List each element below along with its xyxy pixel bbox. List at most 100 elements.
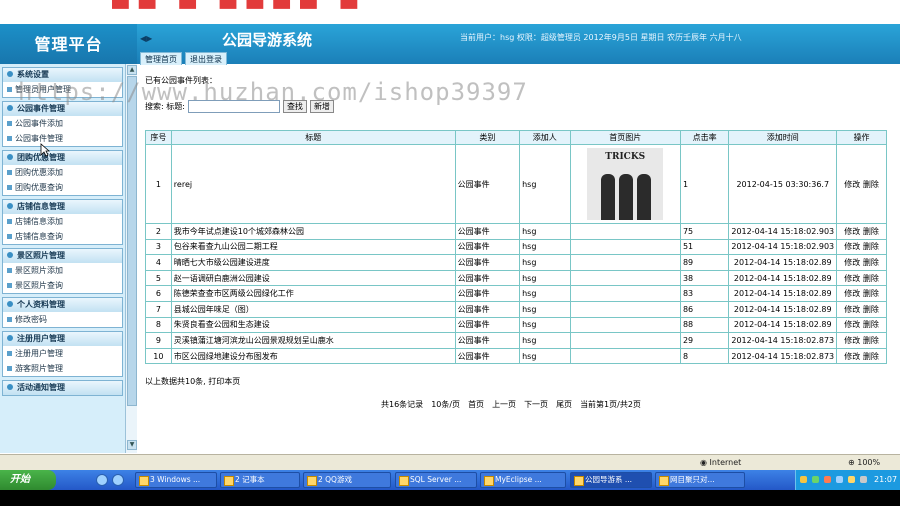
sidebar-group-title[interactable]: 注册用户管理: [3, 332, 122, 346]
sidebar-scrollbar[interactable]: ▲ ▼: [125, 64, 137, 453]
taskbar-button[interactable]: SQL Server ...: [395, 472, 477, 488]
cell-time: 2012-04-14 15:18:02.89: [728, 269, 838, 287]
cell-title[interactable]: 晴晒七大市级公园建设进度: [170, 254, 456, 271]
tray-icon[interactable]: [860, 476, 867, 483]
top-strip: ■■ ■ ■■■■ ■: [0, 0, 900, 24]
sidebar-group-title[interactable]: 公园事件管理: [3, 102, 122, 116]
sidebar-group-title[interactable]: 活动通知管理: [3, 381, 122, 395]
sidebar-group-title[interactable]: 系统设置: [3, 68, 122, 82]
status-zoom[interactable]: ⊕ 100%: [848, 458, 880, 467]
scroll-down-icon[interactable]: ▼: [127, 440, 137, 450]
start-button[interactable]: 开始: [0, 470, 56, 490]
sidebar-item[interactable]: 游客照片管理: [3, 361, 122, 376]
delete-link[interactable]: 删除: [863, 227, 879, 236]
cell-category: 公园事件: [454, 316, 521, 334]
tab-home[interactable]: 管理首页: [140, 52, 182, 65]
cell-title[interactable]: 县城公园年味足（图）: [170, 300, 456, 318]
edit-link[interactable]: 修改: [844, 180, 860, 189]
edit-link[interactable]: 修改: [844, 258, 860, 267]
taskbar-button[interactable]: 网目聚只对...: [655, 472, 745, 488]
add-button[interactable]: 新增: [309, 100, 334, 113]
sidebar-item[interactable]: 公园事件管理: [3, 131, 122, 146]
cell-title[interactable]: rerej: [170, 144, 456, 224]
sidebar-item[interactable]: 修改密码: [3, 312, 122, 327]
sidebar-group: 活动通知管理: [2, 380, 123, 396]
events-table: 序号 标题 类别 添加人 首页图片 点击率 添加时间 操作 1 rerej 公园事件…: [145, 130, 887, 365]
pager-next[interactable]: 下一页: [524, 399, 548, 410]
pager-prev[interactable]: 上一页: [492, 399, 516, 410]
cell-clicks: 8: [679, 347, 730, 365]
cell-title[interactable]: 赵一语调研白鹿洲公园建设: [170, 269, 456, 287]
tray-icon[interactable]: [848, 476, 855, 483]
delete-link[interactable]: 删除: [863, 336, 879, 345]
delete-link[interactable]: 删除: [863, 242, 879, 251]
delete-link[interactable]: 删除: [863, 180, 879, 189]
delete-link[interactable]: 删除: [863, 289, 879, 298]
tab-logout[interactable]: 退出登录: [185, 52, 227, 65]
search-input[interactable]: [187, 100, 280, 113]
edit-link[interactable]: 修改: [844, 227, 860, 236]
cell-image: [569, 347, 681, 365]
sidebar-group-title[interactable]: 店铺信息管理: [3, 200, 122, 214]
taskbar-button[interactable]: 公园导游系 ...: [570, 472, 652, 488]
table-row: 9 灵溪镇蒲江塘河滨龙山公园景观规划呈山鹿水 公园事件 hsg 29 2012-04-14…: [145, 332, 887, 349]
pager-first[interactable]: 首页: [468, 399, 484, 410]
scroll-thumb[interactable]: [127, 76, 137, 406]
delete-link[interactable]: 删除: [863, 305, 879, 314]
event-thumbnail[interactable]: TRICKS: [587, 148, 664, 220]
edit-link[interactable]: 修改: [844, 336, 860, 345]
cell-title[interactable]: 陈德荣查查市区两级公园绿化工作: [170, 285, 456, 302]
edit-link[interactable]: 修改: [844, 242, 860, 251]
edit-link[interactable]: 修改: [844, 274, 860, 283]
tray-icon[interactable]: [800, 476, 807, 483]
sidebar-group-title[interactable]: 个人资料管理: [3, 298, 122, 312]
delete-link[interactable]: 删除: [863, 352, 879, 361]
edit-link[interactable]: 修改: [844, 289, 860, 298]
sidebar-item[interactable]: 注册用户管理: [3, 346, 122, 361]
cell-no: 4: [145, 254, 172, 271]
search-button[interactable]: 查找: [282, 100, 307, 113]
taskbar-button[interactable]: 2 QQ游戏: [303, 472, 391, 488]
cell-category: 公园事件: [454, 254, 521, 271]
sidebar-group: 景区照片管理 景区照片添加 景区照片查询: [2, 248, 123, 294]
sidebar-group-title[interactable]: 景区照片管理: [3, 249, 122, 263]
cell-category: 公园事件: [454, 144, 521, 224]
sidebar-item[interactable]: 店铺信息查询: [3, 229, 122, 244]
sidebar-item[interactable]: 店铺信息添加: [3, 214, 122, 229]
sidebar-group-title[interactable]: 团购优惠管理: [3, 151, 122, 165]
taskbar-button[interactable]: 2 记事本: [220, 472, 300, 488]
cell-title[interactable]: 我市今年试点建设10个城郊森林公园: [170, 223, 456, 240]
taskbar-button[interactable]: 3 Windows ...: [135, 472, 217, 488]
sidebar-item[interactable]: 景区照片查询: [3, 278, 122, 293]
sidebar-item[interactable]: 团购优惠查询: [3, 180, 122, 195]
delete-link[interactable]: 删除: [863, 320, 879, 329]
cell-title[interactable]: 包谷来看查九山公园二期工程: [170, 238, 456, 256]
sidebar-item[interactable]: 景区照片添加: [3, 263, 122, 278]
sidebar-item[interactable]: 团购优惠添加: [3, 165, 122, 180]
quick-launch-icon[interactable]: [112, 474, 124, 486]
taskbar-button[interactable]: MyEclipse ...: [480, 472, 566, 488]
sidebar-item[interactable]: 公园事件添加: [3, 116, 122, 131]
cell-by: hsg: [519, 285, 571, 302]
cell-title[interactable]: 灵溪镇蒲江塘河滨龙山公园景观规划呈山鹿水: [170, 332, 456, 349]
cell-time: 2012-04-14 15:18:02.903: [728, 238, 838, 256]
tray-icon[interactable]: [812, 476, 819, 483]
collapse-icon[interactable]: ◀▶: [140, 34, 152, 43]
delete-link[interactable]: 删除: [863, 258, 879, 267]
tray-icon[interactable]: [824, 476, 831, 483]
edit-link[interactable]: 修改: [844, 320, 860, 329]
brand-title: 管理平台: [0, 24, 137, 64]
scroll-up-icon[interactable]: ▲: [127, 65, 137, 75]
cell-title[interactable]: 朱贤良看查公园和生态建设: [170, 316, 456, 334]
cell-image: [569, 223, 681, 240]
edit-link[interactable]: 修改: [844, 305, 860, 314]
delete-link[interactable]: 删除: [863, 274, 879, 283]
tray-icon[interactable]: [836, 476, 843, 483]
sidebar-item[interactable]: 管理员用户管理: [3, 82, 122, 97]
cell-title[interactable]: 市区公园绿地建设分布图发布: [170, 347, 456, 365]
pager-last[interactable]: 尾页: [556, 399, 572, 410]
cell-time: 2012-04-14 15:18:02.903: [728, 223, 838, 240]
ie-icon[interactable]: [96, 474, 108, 486]
cell-no: 9: [145, 332, 172, 349]
edit-link[interactable]: 修改: [844, 352, 860, 361]
